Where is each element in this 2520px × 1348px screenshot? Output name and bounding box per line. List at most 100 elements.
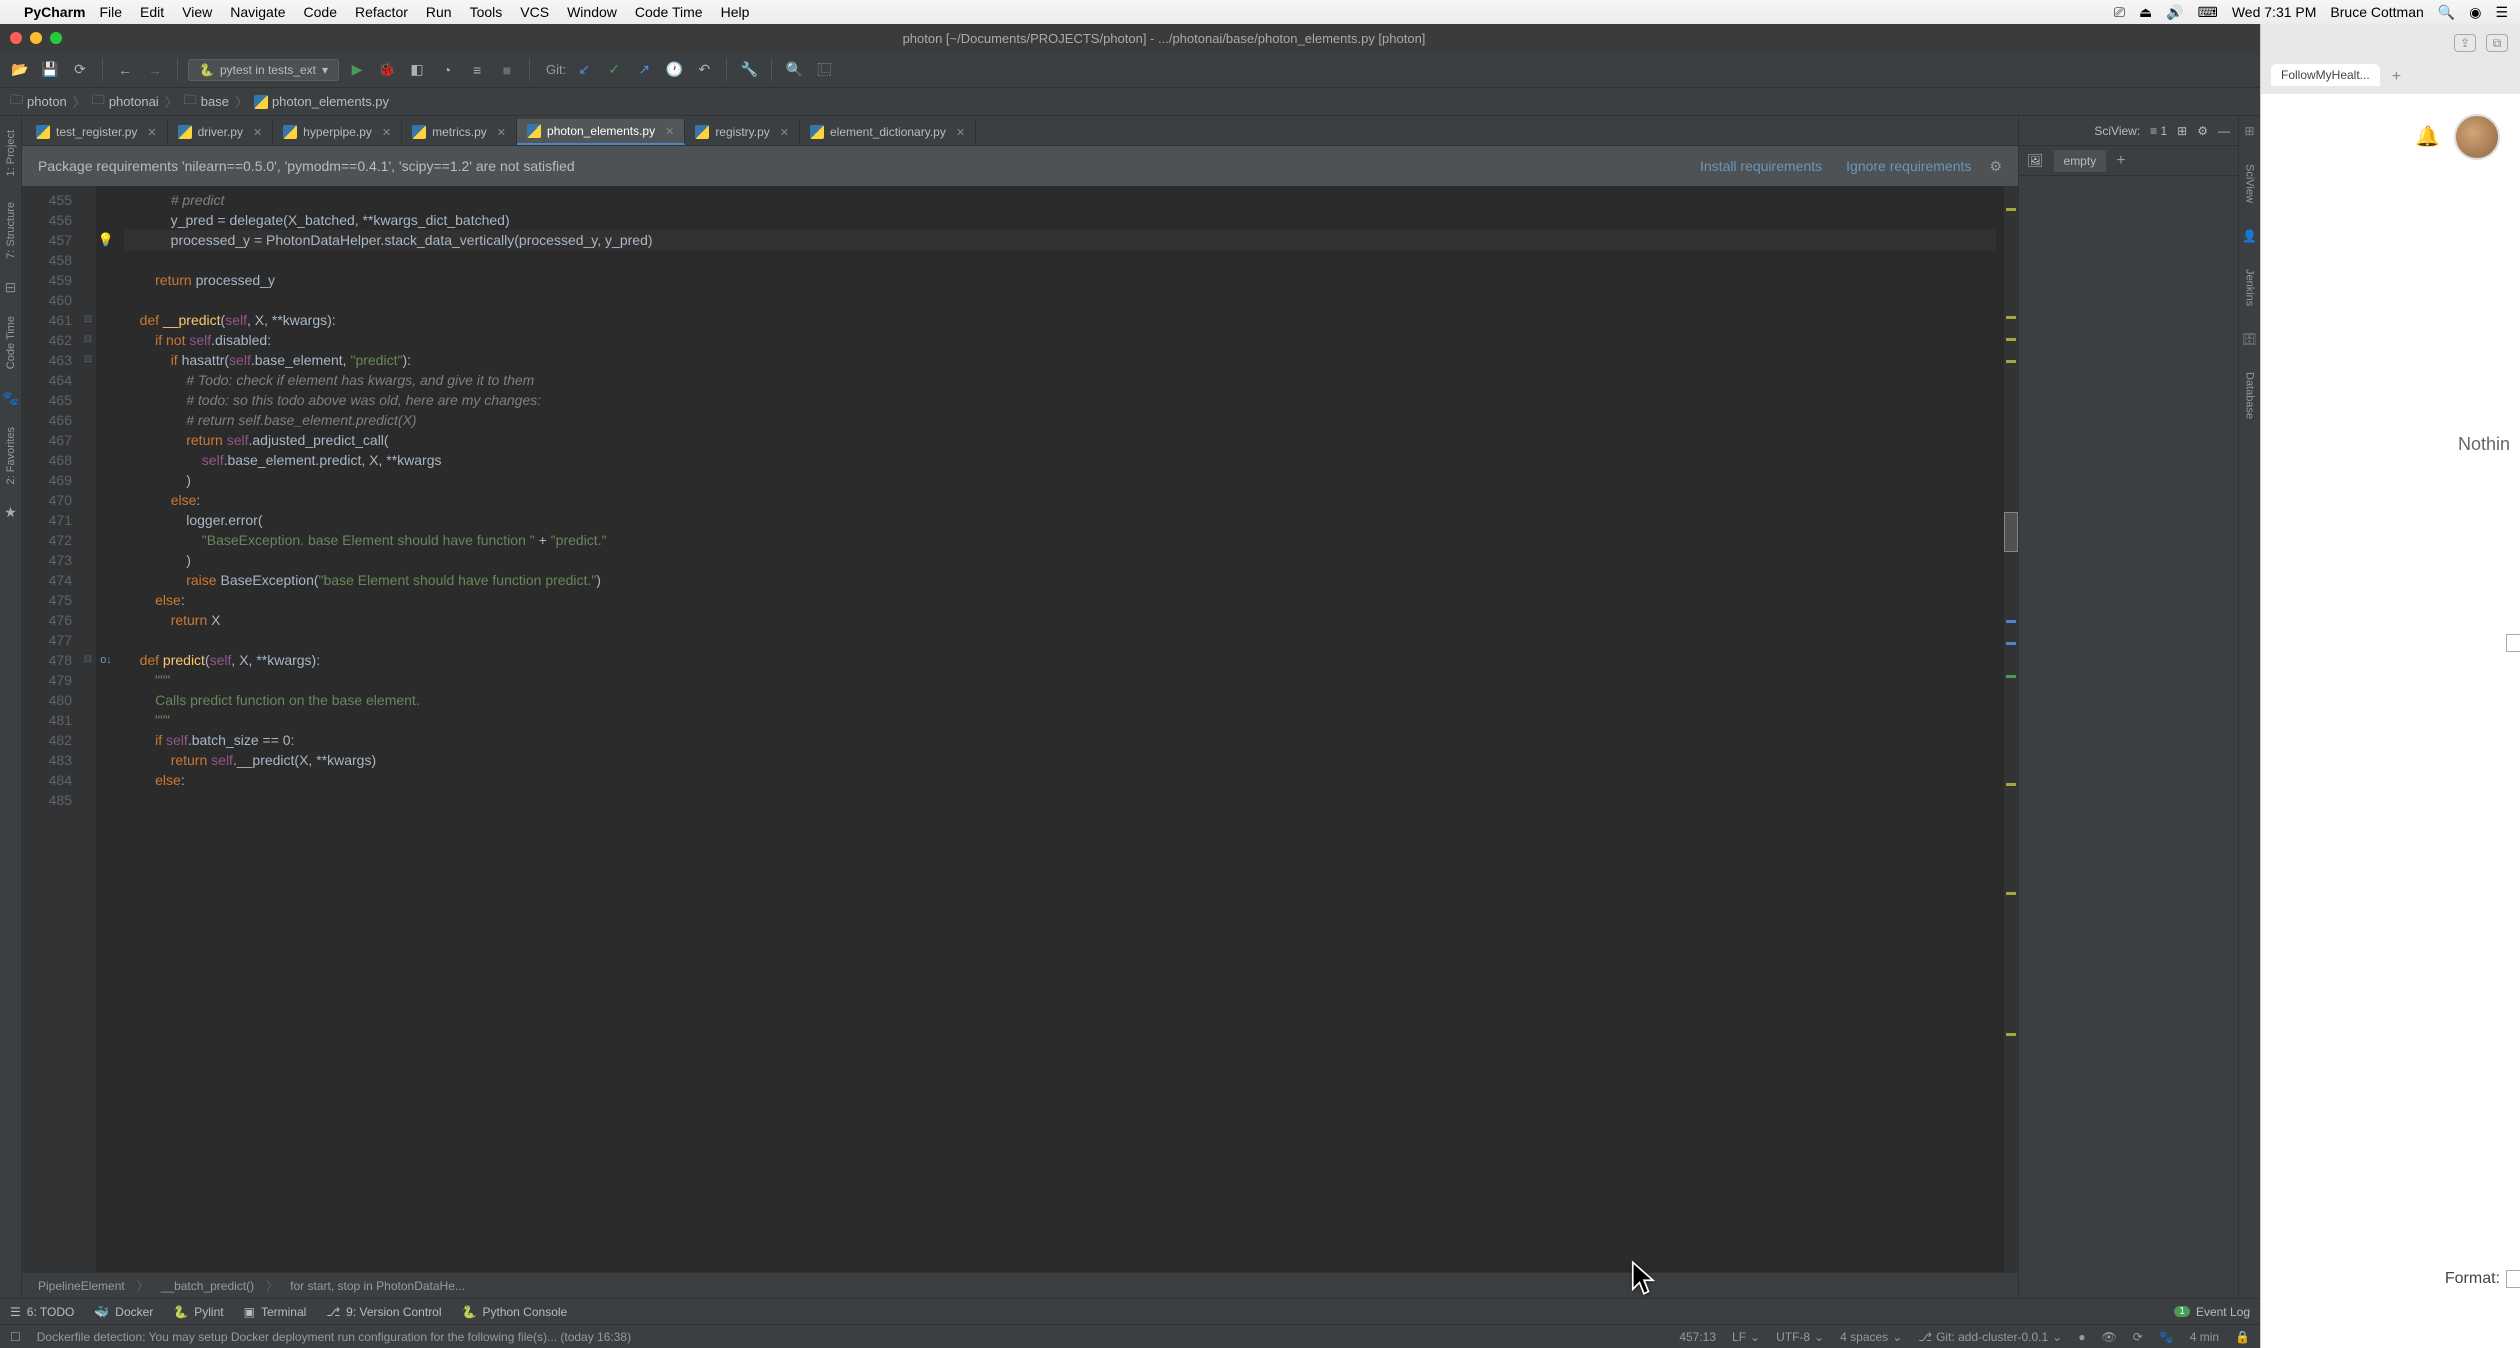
- tab-registry-py[interactable]: registry.py✕: [685, 119, 800, 145]
- close-window-icon[interactable]: [10, 32, 22, 44]
- clock[interactable]: Wed 7:31 PM: [2232, 4, 2317, 20]
- fold-gutter[interactable]: ⊟⊟⊟⊟: [80, 186, 96, 1272]
- sciview-mode[interactable]: ≡ 1: [2150, 124, 2167, 138]
- code-text[interactable]: # predict y_pred = delegate(X_batched, *…: [116, 186, 2004, 1272]
- run-icon[interactable]: ▶: [345, 58, 369, 82]
- close-tab-icon[interactable]: ✕: [956, 126, 965, 139]
- menu-refactor[interactable]: Refactor: [355, 4, 408, 20]
- share-icon[interactable]: ⇪: [2454, 34, 2476, 52]
- back-icon[interactable]: ←: [113, 58, 137, 82]
- avatar[interactable]: [2454, 114, 2500, 160]
- git-branch[interactable]: ⎇ Git: add-cluster-0.0.1 ⌄: [1918, 1330, 2062, 1344]
- structure-tool-button[interactable]: 7: Structure: [5, 196, 17, 265]
- tab-hyperpipe-py[interactable]: hyperpipe.py✕: [273, 119, 402, 145]
- codetime-tool-button[interactable]: Code Time: [5, 310, 17, 375]
- menu-window[interactable]: Window: [567, 4, 617, 20]
- inspection-icon[interactable]: 👁: [2101, 1330, 2116, 1344]
- save-icon[interactable]: 💾: [38, 58, 62, 82]
- breadcrumb-photonai[interactable]: 🗀 photonai: [92, 91, 159, 113]
- line-separator[interactable]: LF ⌄: [1732, 1330, 1760, 1344]
- vcs-tool-button[interactable]: ⎇ 9: Version Control: [326, 1305, 441, 1319]
- close-tab-icon[interactable]: ✕: [497, 126, 506, 139]
- concurrency-icon[interactable]: ≡: [465, 58, 489, 82]
- menu-code-time[interactable]: Code Time: [635, 4, 703, 20]
- tab-test_register-py[interactable]: test_register.py✕: [26, 119, 168, 145]
- terminal-tool-button[interactable]: ▣ Terminal: [244, 1305, 307, 1319]
- close-tab-icon[interactable]: ✕: [147, 126, 156, 139]
- install-requirements-link[interactable]: Install requirements: [1700, 158, 1822, 174]
- airplay-icon[interactable]: ⎚: [2114, 4, 2125, 21]
- git-commit-icon[interactable]: ✓: [602, 58, 626, 82]
- tab-photon_elements-py[interactable]: photon_elements.py✕: [517, 119, 685, 145]
- sciview-gear-icon[interactable]: ⚙: [2197, 124, 2208, 138]
- project-tool-button[interactable]: 1: Project: [5, 124, 17, 182]
- menu-view[interactable]: View: [182, 4, 212, 20]
- jenkins-icon[interactable]: 👤: [2242, 229, 2257, 243]
- structure-crumb[interactable]: __batch_predict(): [161, 1279, 254, 1293]
- sync-icon[interactable]: ⟳: [68, 58, 92, 82]
- checkbox-2[interactable]: [2506, 634, 2520, 652]
- close-tab-icon[interactable]: ✕: [665, 125, 674, 138]
- close-tab-icon[interactable]: ✕: [780, 126, 789, 139]
- tab-element_dictionary-py[interactable]: element_dictionary.py✕: [800, 119, 976, 145]
- menu-help[interactable]: Help: [721, 4, 750, 20]
- cursor-position[interactable]: 457:13: [1679, 1330, 1716, 1344]
- tab-metrics-py[interactable]: metrics.py✕: [402, 119, 517, 145]
- database-tool-button[interactable]: Database: [2244, 366, 2256, 425]
- sync-status-icon[interactable]: ⟳: [2133, 1330, 2143, 1344]
- sciview-hide-icon[interactable]: —: [2218, 124, 2230, 138]
- volume-icon[interactable]: 🔊: [2166, 4, 2183, 21]
- menu-run[interactable]: Run: [426, 4, 452, 20]
- override-icon[interactable]: o↓: [100, 650, 112, 670]
- profile-icon[interactable]: ◔: [435, 58, 459, 82]
- structure-crumb[interactable]: PipelineElement: [38, 1279, 125, 1293]
- pylint-tool-button[interactable]: 🐍 Pylint: [173, 1305, 223, 1319]
- browser-tab[interactable]: FollowMyHealt...: [2271, 64, 2380, 86]
- close-tab-icon[interactable]: ✕: [382, 126, 391, 139]
- menu-code[interactable]: Code: [304, 4, 337, 20]
- settings-icon[interactable]: 🔧: [737, 58, 761, 82]
- breadcrumb-base[interactable]: 🗀 base: [184, 91, 229, 113]
- menu-vcs[interactable]: VCS: [520, 4, 549, 20]
- siri-icon[interactable]: ◉: [2469, 4, 2481, 21]
- forward-icon[interactable]: →: [143, 58, 167, 82]
- git-push-icon[interactable]: ↗: [632, 58, 656, 82]
- menu-navigate[interactable]: Navigate: [230, 4, 285, 20]
- code-editor[interactable]: 4554564574584594604614624634644654664674…: [22, 186, 2018, 1272]
- menu-file[interactable]: File: [99, 4, 122, 20]
- file-encoding[interactable]: UTF-8 ⌄: [1776, 1330, 1824, 1344]
- grid-icon[interactable]: ⊞: [2244, 124, 2254, 138]
- python-console-tool-button[interactable]: 🐍 Python Console: [462, 1305, 568, 1319]
- sciview-tool-button[interactable]: SciView: [2244, 158, 2256, 209]
- code-time-status[interactable]: 4 min: [2190, 1330, 2219, 1344]
- sciview-add-tab-icon[interactable]: +: [2116, 152, 2125, 170]
- close-tab-icon[interactable]: ✕: [253, 126, 262, 139]
- notification-bell-icon[interactable]: 🔔: [2415, 124, 2440, 149]
- open-icon[interactable]: 📂: [8, 58, 32, 82]
- database-icon[interactable]: 🗄: [2242, 332, 2257, 346]
- scrollbar-thumb[interactable]: [2004, 512, 2018, 552]
- run-config-selector[interactable]: 🐍 pytest in tests_ext ▾: [188, 59, 339, 81]
- collapse-icon[interactable]: ⊟: [5, 279, 17, 296]
- coverage-icon[interactable]: ◧: [405, 58, 429, 82]
- paw-icon[interactable]: 🐾: [2, 390, 19, 407]
- tab-driver-py[interactable]: driver.py✕: [168, 119, 274, 145]
- jenkins-tool-button[interactable]: Jenkins: [2244, 263, 2256, 312]
- event-log-button[interactable]: 1 Event Log: [2174, 1305, 2250, 1319]
- notification-settings-icon[interactable]: ⚙: [1989, 158, 2002, 175]
- maximize-window-icon[interactable]: [50, 32, 62, 44]
- star-icon[interactable]: ★: [4, 504, 17, 521]
- menu-edit[interactable]: Edit: [140, 4, 164, 20]
- sciview-tab-empty[interactable]: empty: [2054, 150, 2107, 172]
- indent-settings[interactable]: 4 spaces ⌄: [1840, 1330, 1902, 1344]
- favorites-tool-button[interactable]: 2: Favorites: [5, 421, 17, 490]
- app-name[interactable]: PyCharm: [24, 4, 85, 20]
- structure-crumb[interactable]: for start, stop in PhotonDataHe...: [290, 1279, 465, 1293]
- lock-icon[interactable]: 🔒: [2235, 1330, 2250, 1344]
- format-checkbox[interactable]: [2506, 1270, 2520, 1288]
- structure-icon[interactable]: ⿺: [812, 58, 836, 82]
- keyboard-icon[interactable]: ⌨: [2198, 4, 2218, 21]
- toggle-tools-icon[interactable]: ☐: [10, 1330, 21, 1344]
- todo-tool-button[interactable]: ☰ 6: TODO: [10, 1305, 74, 1319]
- git-history-icon[interactable]: 🕐: [662, 58, 686, 82]
